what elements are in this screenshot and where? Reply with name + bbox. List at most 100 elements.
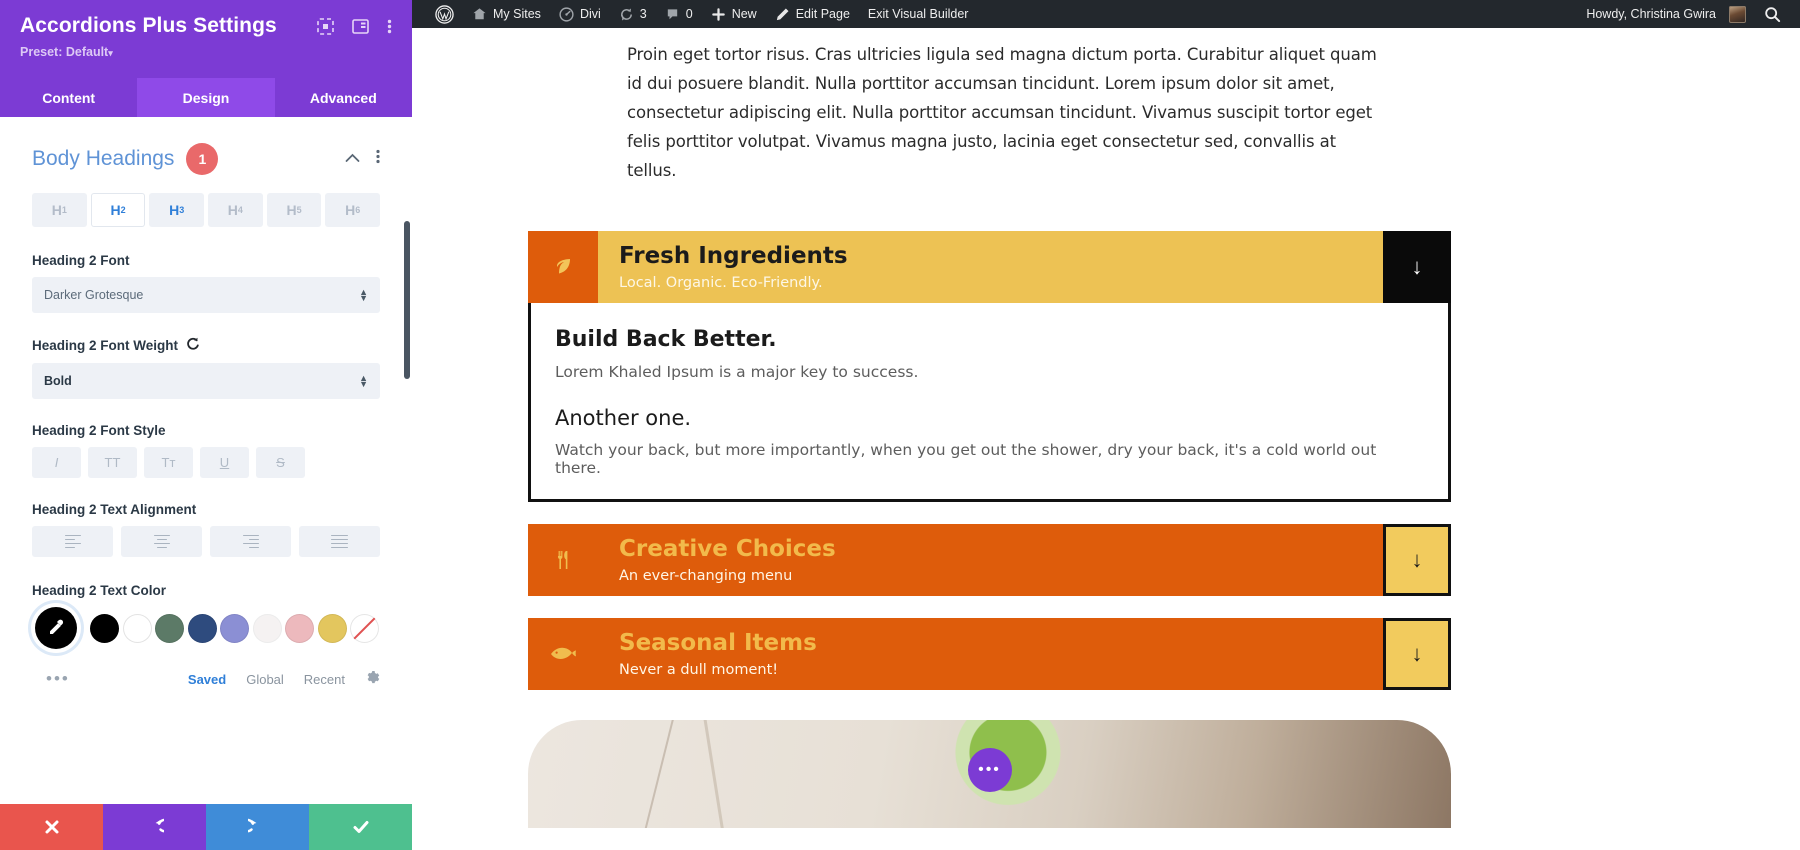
- wordpress-logo-icon[interactable]: [426, 0, 463, 28]
- gear-icon[interactable]: [365, 670, 380, 688]
- swatch-navy-blue[interactable]: [187, 613, 217, 643]
- swatch-mustard[interactable]: [317, 613, 347, 643]
- tab-advanced[interactable]: Advanced: [274, 78, 412, 117]
- italic-icon[interactable]: I: [32, 447, 81, 478]
- panel-layout-icon[interactable]: [352, 18, 369, 35]
- swatch-off-white[interactable]: [252, 613, 282, 643]
- kebab-menu-icon[interactable]: [376, 149, 380, 169]
- eyedropper-icon[interactable]: [35, 607, 77, 649]
- heading-weight-label: Heading 2 Font Weight: [32, 337, 380, 354]
- global-colors-link[interactable]: Global: [246, 672, 284, 687]
- responsive-view-icon[interactable]: [317, 18, 334, 35]
- heading-level-h4[interactable]: H4: [208, 193, 263, 227]
- text-alignment-group: [32, 526, 380, 557]
- pencil-icon: [775, 7, 790, 22]
- redo-button[interactable]: [206, 804, 309, 850]
- heading-weight-value: Bold: [44, 374, 72, 388]
- uppercase-icon[interactable]: TT: [88, 447, 137, 478]
- more-colors-icon[interactable]: •••: [46, 669, 70, 689]
- heading-level-h3[interactable]: H3: [149, 193, 205, 227]
- intro-paragraph: Proin eget tortor risus. Cras ultricies …: [627, 45, 1377, 180]
- swatch-periwinkle[interactable]: [220, 613, 249, 643]
- settings-footer-actions: [0, 804, 412, 850]
- more-options-icon[interactable]: [387, 18, 392, 35]
- accordion-toggle-icon[interactable]: ↓: [1383, 524, 1451, 596]
- body-text-1: Lorem Khaled Ipsum is a major key to suc…: [555, 363, 919, 381]
- section-body-headings[interactable]: Body Headings 1: [32, 143, 380, 175]
- page-title: Accordions Plus Settings: [20, 14, 277, 37]
- recent-colors-link[interactable]: Recent: [304, 672, 345, 687]
- weight-label-text: Heading 2 Font Weight: [32, 338, 178, 353]
- align-left-icon[interactable]: [32, 526, 113, 557]
- heading-level-h5[interactable]: H5: [266, 193, 322, 227]
- reset-icon[interactable]: [186, 337, 200, 354]
- h4-label: H: [227, 202, 238, 218]
- body-text-2: Watch your back, but more importantly, w…: [555, 441, 1377, 477]
- heading-color-label: Heading 2 Text Color: [32, 583, 380, 598]
- leaf-icon: [528, 231, 598, 303]
- scrollbar-thumb[interactable]: [404, 221, 410, 379]
- heading-weight-select[interactable]: Bold ▲ ▼: [32, 363, 380, 399]
- page-preview: My Sites Divi 3 0 New Edit Page Exit Vis…: [412, 0, 1800, 850]
- accordion-body: Build Back Better. Lorem Khaled Ipsum is…: [528, 303, 1451, 502]
- tab-design[interactable]: Design: [137, 78, 275, 117]
- swatch-dusty-pink[interactable]: [285, 613, 314, 643]
- sites-icon: [472, 7, 487, 22]
- preset-selector[interactable]: Preset: Default▾: [20, 45, 392, 59]
- accordion-item-creative-choices: Creative Choices An ever-changing menu ↓: [528, 524, 1451, 596]
- font-label-text: Heading 2 Font: [32, 253, 130, 268]
- smallcaps-icon[interactable]: Tᴛ: [144, 447, 193, 478]
- wp-admin-bar: My Sites Divi 3 0 New Edit Page Exit Vis…: [412, 0, 1800, 28]
- search-icon[interactable]: [1755, 0, 1790, 28]
- admin-bar-item-divi[interactable]: Divi: [550, 0, 610, 28]
- accordion-subtitle: Local. Organic. Eco-Friendly.: [619, 274, 823, 291]
- chevron-up-icon[interactable]: [345, 150, 360, 168]
- swatch-black[interactable]: [90, 613, 119, 643]
- body-heading-2: Another one.: [555, 406, 692, 430]
- admin-bar-item-comments[interactable]: 0: [656, 0, 702, 28]
- h6-label: H: [345, 202, 356, 218]
- admin-bar-howdy[interactable]: Howdy, Christina Gwira: [1577, 0, 1755, 28]
- align-right-icon[interactable]: [210, 526, 291, 557]
- settings-body: Body Headings 1 H1 H2 H3 H4 H5 H6 Headin…: [0, 117, 412, 804]
- heading-level-h1[interactable]: H1: [32, 193, 87, 227]
- swatch-white[interactable]: [122, 613, 152, 643]
- saved-colors-link[interactable]: Saved: [188, 672, 226, 687]
- align-justify-icon[interactable]: [299, 526, 380, 557]
- save-button[interactable]: [309, 804, 412, 850]
- module-settings-trigger[interactable]: •••: [967, 748, 1012, 792]
- admin-bar-item-new[interactable]: New: [702, 0, 766, 28]
- accordion-list: Fresh Ingredients Local. Organic. Eco-Fr…: [528, 231, 1451, 690]
- accordion-header[interactable]: Fresh Ingredients Local. Organic. Eco-Fr…: [528, 231, 1451, 303]
- h1-label: H: [51, 202, 62, 218]
- chevron-down-icon: ▾: [108, 48, 113, 59]
- swatch-none[interactable]: [350, 613, 379, 643]
- admin-bar-item-my-sites[interactable]: My Sites: [463, 0, 550, 28]
- body-heading-1: Build Back Better.: [555, 327, 777, 352]
- undo-button[interactable]: [103, 804, 206, 850]
- admin-bar-item-updates[interactable]: 3: [610, 0, 656, 28]
- strikethrough-icon[interactable]: S: [256, 447, 305, 478]
- cancel-button[interactable]: [0, 804, 103, 850]
- fork-knife-icon: [528, 524, 598, 596]
- h5-label: H: [286, 202, 297, 218]
- accordion-header[interactable]: Creative Choices An ever-changing menu ↓: [528, 524, 1451, 596]
- swatch-sage-green[interactable]: [155, 613, 184, 643]
- app-screen: Accordions Plus Settings Preset: Default…: [0, 0, 1800, 850]
- accordion-toggle-icon[interactable]: ↓: [1383, 618, 1451, 690]
- admin-bar-item-edit-page[interactable]: Edit Page: [766, 0, 859, 28]
- accordion-title: Seasonal Items: [619, 630, 817, 657]
- tab-content[interactable]: Content: [0, 78, 138, 117]
- accordion-toggle-icon[interactable]: ↓: [1383, 231, 1451, 303]
- underline-icon[interactable]: U: [200, 447, 249, 478]
- panel-scrollbar[interactable]: [404, 117, 410, 804]
- plus-icon: [711, 7, 726, 22]
- heading-level-h6[interactable]: H6: [325, 193, 381, 227]
- heading-font-select[interactable]: Darker Grotesque ▲ ▼: [32, 277, 380, 313]
- align-center-icon[interactable]: [121, 526, 202, 557]
- heading-level-group: H1 H2 H3 H4 H5 H6: [32, 193, 381, 227]
- heading-level-h2[interactable]: H2: [90, 193, 146, 227]
- admin-bar-item-exit-visual-builder[interactable]: Exit Visual Builder: [859, 0, 978, 28]
- section-title: Body Headings: [32, 147, 175, 170]
- accordion-header[interactable]: Seasonal Items Never a dull moment! ↓: [528, 618, 1451, 690]
